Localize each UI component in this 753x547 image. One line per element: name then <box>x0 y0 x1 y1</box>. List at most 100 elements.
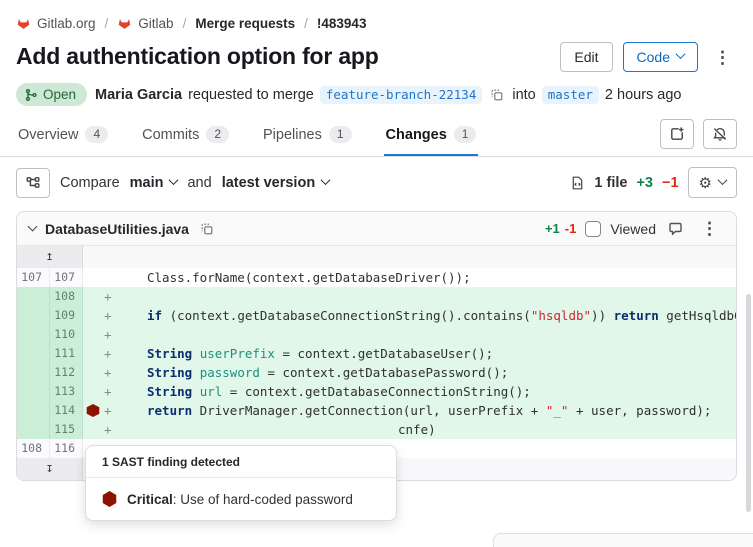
diff-line-row: 112+String password = context.getDatabas… <box>17 363 736 382</box>
author-name[interactable]: Maria Garcia <box>95 87 182 103</box>
notifications-off-button[interactable] <box>703 119 737 149</box>
code-button[interactable]: Code <box>623 42 698 72</box>
code-line: +if (context.getDatabaseConnectionString… <box>83 306 736 325</box>
add-todo-button[interactable] <box>660 119 694 149</box>
old-line-number[interactable] <box>17 382 50 401</box>
diff-line-row: 109+if (context.getDatabaseConnectionStr… <box>17 306 736 325</box>
new-line-number[interactable]: 110 <box>50 325 83 344</box>
tab-label: Commits <box>142 127 199 143</box>
code-text: return DriverManager.getConnection(url, … <box>147 403 711 418</box>
old-line-number[interactable] <box>17 420 50 439</box>
copy-branch-button[interactable] <box>488 88 506 102</box>
old-line-number[interactable] <box>17 306 50 325</box>
old-line-number[interactable]: 108 <box>17 439 50 458</box>
version-dropdown[interactable]: latest version <box>222 175 330 191</box>
expand-down-icon[interactable]: ↧ <box>17 458 83 480</box>
page-title: Add authentication option for app <box>16 43 379 71</box>
old-line-number[interactable] <box>17 401 50 420</box>
tab-changes[interactable]: Changes1 <box>384 113 479 156</box>
new-line-number[interactable]: 114 <box>50 401 83 420</box>
code-line: + <box>83 325 736 344</box>
copy-file-path-button[interactable] <box>198 222 216 236</box>
tab-overview[interactable]: Overview 4 <box>16 113 110 156</box>
old-line-number[interactable] <box>17 363 50 382</box>
collapse-file-chevron-icon[interactable] <box>28 222 38 232</box>
diff-settings-button[interactable]: ⚙ <box>688 167 737 198</box>
next-file-card-partial <box>493 533 753 547</box>
old-line-number[interactable]: 107 <box>17 268 50 287</box>
expand-up-icon[interactable]: ↥ <box>17 246 83 268</box>
breadcrumb-item[interactable]: Merge requests <box>195 16 295 31</box>
diff-line-row: 113+String url = context.getDatabaseConn… <box>17 382 736 401</box>
file-comment-button[interactable] <box>665 221 686 237</box>
code-token: = context.getDatabaseUser(); <box>275 346 493 361</box>
code-token <box>192 384 200 399</box>
breadcrumb-item[interactable]: Gitlab.org <box>16 16 96 31</box>
tab-commits[interactable]: Commits 2 <box>140 113 231 156</box>
code-line: Class.forName(context.getDatabaseDriver(… <box>83 268 736 287</box>
code-token: String <box>147 365 192 380</box>
file-tree-icon <box>25 175 41 191</box>
scrollbar-thumb[interactable] <box>746 294 751 512</box>
new-line-number[interactable]: 115 <box>50 420 83 439</box>
breadcrumb-separator: / <box>304 16 308 31</box>
file-additions: +1 <box>545 221 560 236</box>
new-line-number[interactable]: 109 <box>50 306 83 325</box>
tab-count-badge: 2 <box>206 126 229 143</box>
new-line-number[interactable]: 107 <box>50 268 83 287</box>
source-branch-pill[interactable]: feature-branch-22134 <box>320 86 483 104</box>
tab-label: Pipelines <box>263 127 322 143</box>
code-token: url <box>200 384 223 399</box>
code-text: String userPrefix = context.getDatabaseU… <box>147 346 493 361</box>
code-line: +String userPrefix = context.getDatabase… <box>83 344 736 363</box>
file-name[interactable]: DatabaseUtilities.java <box>45 221 189 237</box>
new-line-number[interactable]: 116 <box>50 439 83 458</box>
code-token: String <box>147 346 192 361</box>
file-options-kebab-button[interactable]: ⋮ <box>695 218 724 239</box>
new-line-number[interactable]: 113 <box>50 382 83 401</box>
new-line-number[interactable]: 111 <box>50 344 83 363</box>
diff-line-row: 115+cnfe) <box>17 420 736 439</box>
code-token: String <box>147 384 192 399</box>
old-line-number[interactable] <box>17 287 50 306</box>
added-line-marker: + <box>104 420 112 439</box>
mr-options-kebab-button[interactable]: ⋮ <box>708 47 737 68</box>
tab-count-badge: 4 <box>85 126 108 143</box>
title-row: Add authentication option for app Edit C… <box>0 31 753 72</box>
breadcrumb-item[interactable]: Gitlab <box>117 16 173 31</box>
base-ref-dropdown[interactable]: main <box>130 175 178 191</box>
mr-status-row: Open Maria Garcia requested to merge fea… <box>0 72 753 106</box>
chevron-down-icon <box>676 49 686 59</box>
code-token: (context.getDatabaseConnectionString().c… <box>162 308 531 323</box>
chevron-down-icon <box>169 175 179 185</box>
new-line-number[interactable]: 112 <box>50 363 83 382</box>
finding-text[interactable]: Critical: Use of hard-coded password <box>127 492 353 507</box>
status-badge: Open <box>16 83 87 106</box>
old-line-number[interactable] <box>17 325 50 344</box>
new-line-number[interactable]: 108 <box>50 287 83 306</box>
tab-label: Changes <box>386 127 447 143</box>
target-branch-pill[interactable]: master <box>542 86 599 104</box>
viewed-label: Viewed <box>610 221 656 237</box>
code-token: Class.forName(context.getDatabaseDriver(… <box>147 270 471 285</box>
edit-button[interactable]: Edit <box>560 42 612 72</box>
breadcrumb-item[interactable]: !483943 <box>317 16 367 31</box>
sast-finding-popover: 1 SAST finding detected Critical: Use of… <box>85 445 397 521</box>
tab-count-badge: 1 <box>329 126 352 143</box>
code-token: + user, password); <box>568 403 711 418</box>
breadcrumb-item-label: Gitlab.org <box>37 16 96 31</box>
tab-pipelines[interactable]: Pipelines 1 <box>261 113 354 156</box>
code-token: "hsqldb" <box>531 308 591 323</box>
old-line-number[interactable] <box>17 344 50 363</box>
diff-stats: 1 file +3 −1 ⚙ <box>570 167 737 198</box>
code-token: getHsqldbCon <box>659 308 736 323</box>
breadcrumb-separator: / <box>105 16 109 31</box>
code-token: DriverManager.getConnection(url, userPre… <box>192 403 546 418</box>
viewed-checkbox[interactable] <box>585 221 601 237</box>
file-code-icon <box>570 175 585 191</box>
file-tree-toggle-button[interactable] <box>16 168 50 198</box>
tab-label: Overview <box>18 127 78 143</box>
added-line-marker: + <box>104 382 112 401</box>
code-token: return <box>614 308 659 323</box>
critical-finding-gutter-icon[interactable] <box>86 404 100 417</box>
